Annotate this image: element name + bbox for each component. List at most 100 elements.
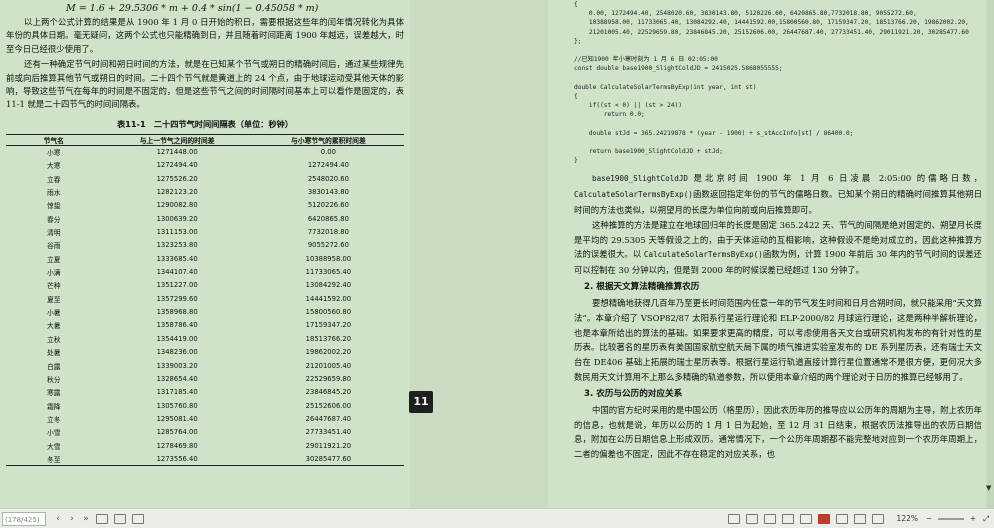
code-block: { 0.00, 1272494.40, 2548020.60, 3830143.… [574,0,982,165]
book-view-icon[interactable] [800,514,812,524]
interval-cell: 1358968.80 [156,308,198,317]
code-line: { [574,92,578,100]
column-header-interval: 与上一节气之间的时间差 [101,133,253,146]
table-row: 大寒 1272494.40 1272494.40 [6,159,404,172]
term-name-cell: 立冬 [46,415,61,424]
table-row: 小满 1344107.40 11733065.40 [6,265,404,278]
table-row: 立冬 1295081.40 26447687.40 [6,412,404,425]
cumulative-cell: 11733065.40 [305,268,352,277]
thumbnail-icon[interactable] [746,514,758,524]
term-name-cell: 雨水 [46,189,61,198]
right-page: { 0.00, 1272494.40, 2548020.60, 3830143.… [548,0,986,508]
term-name-cell: 立春 [46,175,61,184]
column-header-cumulative: 与小寒节气的累积时间差 [252,133,404,146]
paragraph-estimation: 这种推算的方法是建立在地球回归年的长度是固定 365.2422 天、节气的间隔是… [574,219,982,276]
interval-cell: 1305760.80 [156,401,198,410]
cumulative-cell: 7732018.80 [307,228,349,237]
term-name-cell: 冬至 [6,452,102,467]
interval-cell: 1357299.60 [156,294,198,303]
scroll-down-arrow-icon[interactable]: ▼ [986,484,994,494]
interval-cell: 1351227.00 [156,281,198,290]
prev-page-button[interactable]: ‹ [52,512,64,526]
term-name-cell: 霜降 [46,402,61,411]
table-header-row: 节气名 与上一节气之间的时间差 与小寒节气的累积时间差 [6,133,404,146]
code-line: { [574,1,578,8]
term-name-cell: 大雪 [46,442,61,451]
night-mode-icon[interactable] [836,514,848,524]
cumulative-cell: 14441592.00 [305,294,352,303]
table-row: 立夏 1333685.40 10388958.00 [6,252,404,265]
interval-cell: 1348236.00 [156,348,198,357]
interval-cell: 1282123.20 [156,188,198,197]
interval-cell: 1358786.40 [156,321,198,330]
cumulative-cell: 13084292.40 [305,281,352,290]
cumulative-cell: 3830143.80 [307,188,349,197]
cumulative-cell: 23846845.20 [305,388,352,397]
single-page-icon[interactable] [96,514,108,524]
term-name-cell: 秋分 [46,375,61,384]
fullscreen-icon[interactable]: ⤢ [981,512,991,526]
layout-icon[interactable] [782,514,794,524]
table-row: 小雪 1285764.00 27733451.40 [6,426,404,439]
cumulative-cell: 29011921.20 [305,441,352,450]
double-page-icon[interactable] [114,514,126,524]
section-heading-correspondence: 3. 农历与公历的对应关系 [584,388,683,399]
zoom-out-button[interactable]: − [924,512,934,526]
vertical-scrollbar[interactable] [987,0,994,508]
zoom-slider[interactable] [938,518,964,520]
code-line: const double base1900_SlightColdJD = 241… [574,65,783,73]
grid-view-icon[interactable] [764,514,776,524]
continuous-page-icon[interactable] [132,514,144,524]
interval-cell: 1333685.40 [156,254,198,263]
code-line: //已知1900 年小寒时刻为 1 月 6 日 02:05:00 [574,56,718,64]
term-name-cell: 小满 [46,269,61,278]
interval-cell: 1285764.00 [156,428,198,437]
interval-cell: 1271448.00 [156,148,198,157]
cumulative-cell: 1272494.40 [307,161,349,170]
table-row: 大暑 1358786.40 17159347.20 [6,319,404,332]
play-icon[interactable] [818,514,830,524]
interval-cell: 1273556.40 [101,452,253,467]
table-row: 立秋 1354419.00 18513766.20 [6,332,404,345]
term-name-cell: 大暑 [46,322,61,331]
inline-code: base1900_SlightColdJD [592,174,689,184]
term-name-cell: 芒种 [46,282,61,291]
interval-cell: 1278469.80 [156,441,198,450]
table-row: 寒露 1317185.40 23846845.20 [6,386,404,399]
paragraph-2: 还有一种确定节气时间和朔日时间的方法，就是在已知某个节气或朔日的精确时间后，通过… [6,59,404,110]
paragraph-base1900: base1900_SlightColdJD 是北京时间 1900 年 1 月 6… [574,173,982,215]
interval-cell: 1344107.40 [156,268,198,277]
next-page-button[interactable]: › [66,512,78,526]
term-name-cell: 处暑 [46,349,61,358]
table-row: 处暑 1348236.00 19862002.20 [6,346,404,359]
interval-cell: 1300639.20 [156,214,198,223]
term-name-cell: 立秋 [46,335,61,344]
cumulative-cell: 0.00 [320,148,336,157]
interval-cell: 1354419.00 [156,334,198,343]
page-number-badge: 11 [409,391,433,413]
term-name-cell: 惊蛰 [46,202,61,211]
table-row: 清明 1311153.00 7732018.80 [6,225,404,238]
last-page-button[interactable]: » [80,512,92,526]
zoom-level[interactable]: 122% [888,512,918,526]
eye-care-icon[interactable] [854,514,866,524]
fit-width-icon[interactable] [872,514,884,524]
cumulative-cell: 10388958.00 [305,254,352,263]
cumulative-cell: 2548020.60 [307,174,349,183]
interval-cell: 1275526.20 [156,174,198,183]
interval-cell: 1339003.20 [156,361,198,370]
code-line: } [574,157,578,165]
read-mode-icon[interactable] [728,514,740,524]
code-line: double stJd = 365.24219878 * (year - 190… [574,129,854,137]
code-line: 21201005.40, 22529659.80, 23846845.20, 2… [574,28,969,36]
table-row: 小寒 1271448.00 0.00 [6,145,404,158]
zoom-in-button[interactable]: + [968,512,978,526]
page-number-input[interactable]: (178/425) [2,512,46,526]
code-line: return 0.0; [574,111,645,119]
table-row: 秋分 1328654.40 22529659.80 [6,372,404,385]
cumulative-cell: 5120226.60 [307,201,349,210]
table-title: 表11-1 二十四节气时间间隔表（单位：秒钟） [116,118,294,129]
solar-terms-table: 节气名 与上一节气之间的时间差 与小寒节气的累积时间差 小寒 1271448.00… [6,133,404,467]
